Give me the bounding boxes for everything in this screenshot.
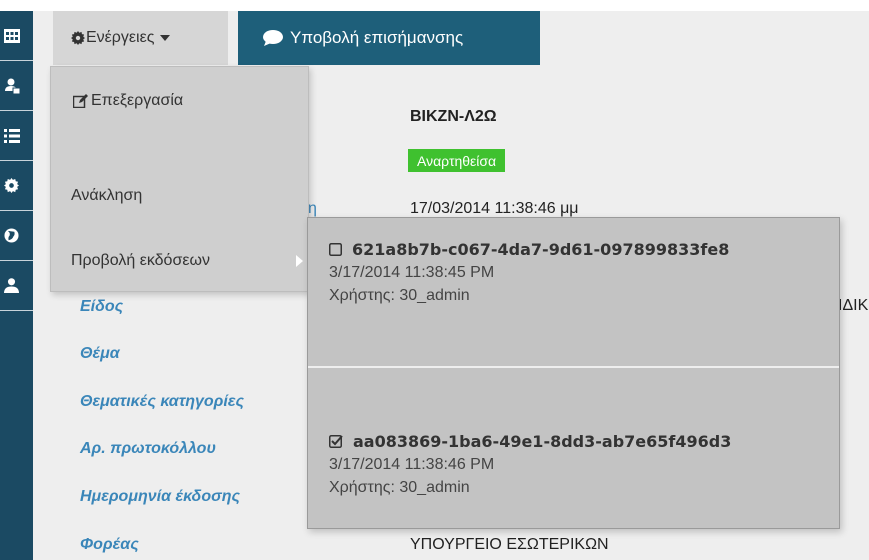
version-date: 3/17/2014 11:38:45 PM	[329, 264, 495, 281]
status-badge: Αναρτηθείσα	[408, 149, 506, 172]
user-icon	[4, 278, 19, 293]
table-icon	[4, 28, 20, 43]
version-item[interactable]: 621a8b7b-c067-4da7-9d61-097899833fe8 3/1…	[329, 240, 729, 305]
menu-item-revoke-label: Ανάκληση	[71, 187, 143, 204]
field-value-organization: ΥΠΟΥΡΓΕΙΟ ΕΣΩΤΕΡΙΚΩΝ	[410, 536, 609, 553]
field-label-subject: Θέμα	[80, 345, 120, 362]
date-value: 17/03/2014 11:38:46 μμ	[410, 200, 579, 217]
chevron-right-icon	[296, 255, 303, 267]
field-label-type: Είδος	[80, 298, 124, 315]
edit-icon	[73, 94, 88, 108]
hidden-link-fragment[interactable]: η	[308, 200, 317, 218]
versions-divider	[308, 366, 839, 368]
version-date: 3/17/2014 11:38:46 PM	[329, 456, 495, 473]
field-label-categories: Θεματικές κατηγορίες	[80, 393, 244, 410]
globe-icon	[4, 228, 19, 243]
version-item[interactable]: aa083869-1ba6-49e1-8dd3-ab7e65f496d3 3/1…	[329, 432, 731, 497]
versions-submenu: 621a8b7b-c067-4da7-9d61-097899833fe8 3/1…	[307, 217, 840, 529]
menu-item-edit[interactable]: Επεξεργασία	[73, 92, 183, 110]
menu-item-edit-label: Επεξεργασία	[91, 92, 184, 109]
hidden-text-fragment: ΙΔΙΚ	[838, 297, 869, 314]
field-label-organization: Φορέας	[80, 536, 139, 553]
submit-annotation-button[interactable]: Υποβολή επισήμανσης	[238, 11, 540, 65]
checked-checkbox-icon	[329, 435, 343, 448]
sidebar-item-table[interactable]	[0, 11, 33, 61]
actions-button-label: Ενέργειες	[86, 29, 155, 46]
sidebar	[0, 11, 33, 560]
document-title: ΒΙΚΖΝ-Λ2Ω	[410, 108, 497, 125]
version-user: Χρήστης: 30_admin	[329, 479, 470, 496]
menu-item-revoke[interactable]: Ανάκληση	[71, 187, 142, 205]
users-icon	[5, 78, 20, 94]
gear-icon	[71, 31, 85, 45]
comment-icon	[263, 30, 283, 46]
sidebar-item-list[interactable]	[0, 111, 33, 161]
submit-annotation-label: Υποβολή επισήμανσης	[290, 28, 464, 47]
version-user: Χρήστης: 30_admin	[329, 287, 470, 304]
version-id: aa083869-1ba6-49e1-8dd3-ab7e65f496d3	[353, 432, 732, 451]
sidebar-item-user[interactable]	[0, 261, 33, 311]
sidebar-item-globe[interactable]	[0, 211, 33, 261]
gear-icon	[4, 178, 19, 193]
unchecked-checkbox-icon	[329, 243, 342, 256]
actions-dropdown-menu: Επεξεργασία Ανάκληση Προβολή εκδόσεων	[50, 66, 309, 292]
caret-down-icon	[160, 35, 171, 41]
menu-item-view-versions[interactable]: Προβολή εκδόσεων	[71, 252, 210, 270]
sidebar-item-settings[interactable]	[0, 161, 33, 211]
field-label-protocol: Αρ. πρωτοκόλλου	[80, 440, 216, 457]
version-id: 621a8b7b-c067-4da7-9d61-097899833fe8	[352, 240, 730, 259]
sidebar-item-users[interactable]	[0, 61, 33, 111]
list-icon	[4, 128, 20, 143]
top-strip	[0, 0, 869, 11]
actions-dropdown-button[interactable]: Ενέργειες	[53, 11, 228, 65]
field-label-issue-date: Ημερομηνία έκδοσης	[80, 488, 240, 505]
menu-item-view-versions-label: Προβολή εκδόσεων	[71, 252, 210, 269]
